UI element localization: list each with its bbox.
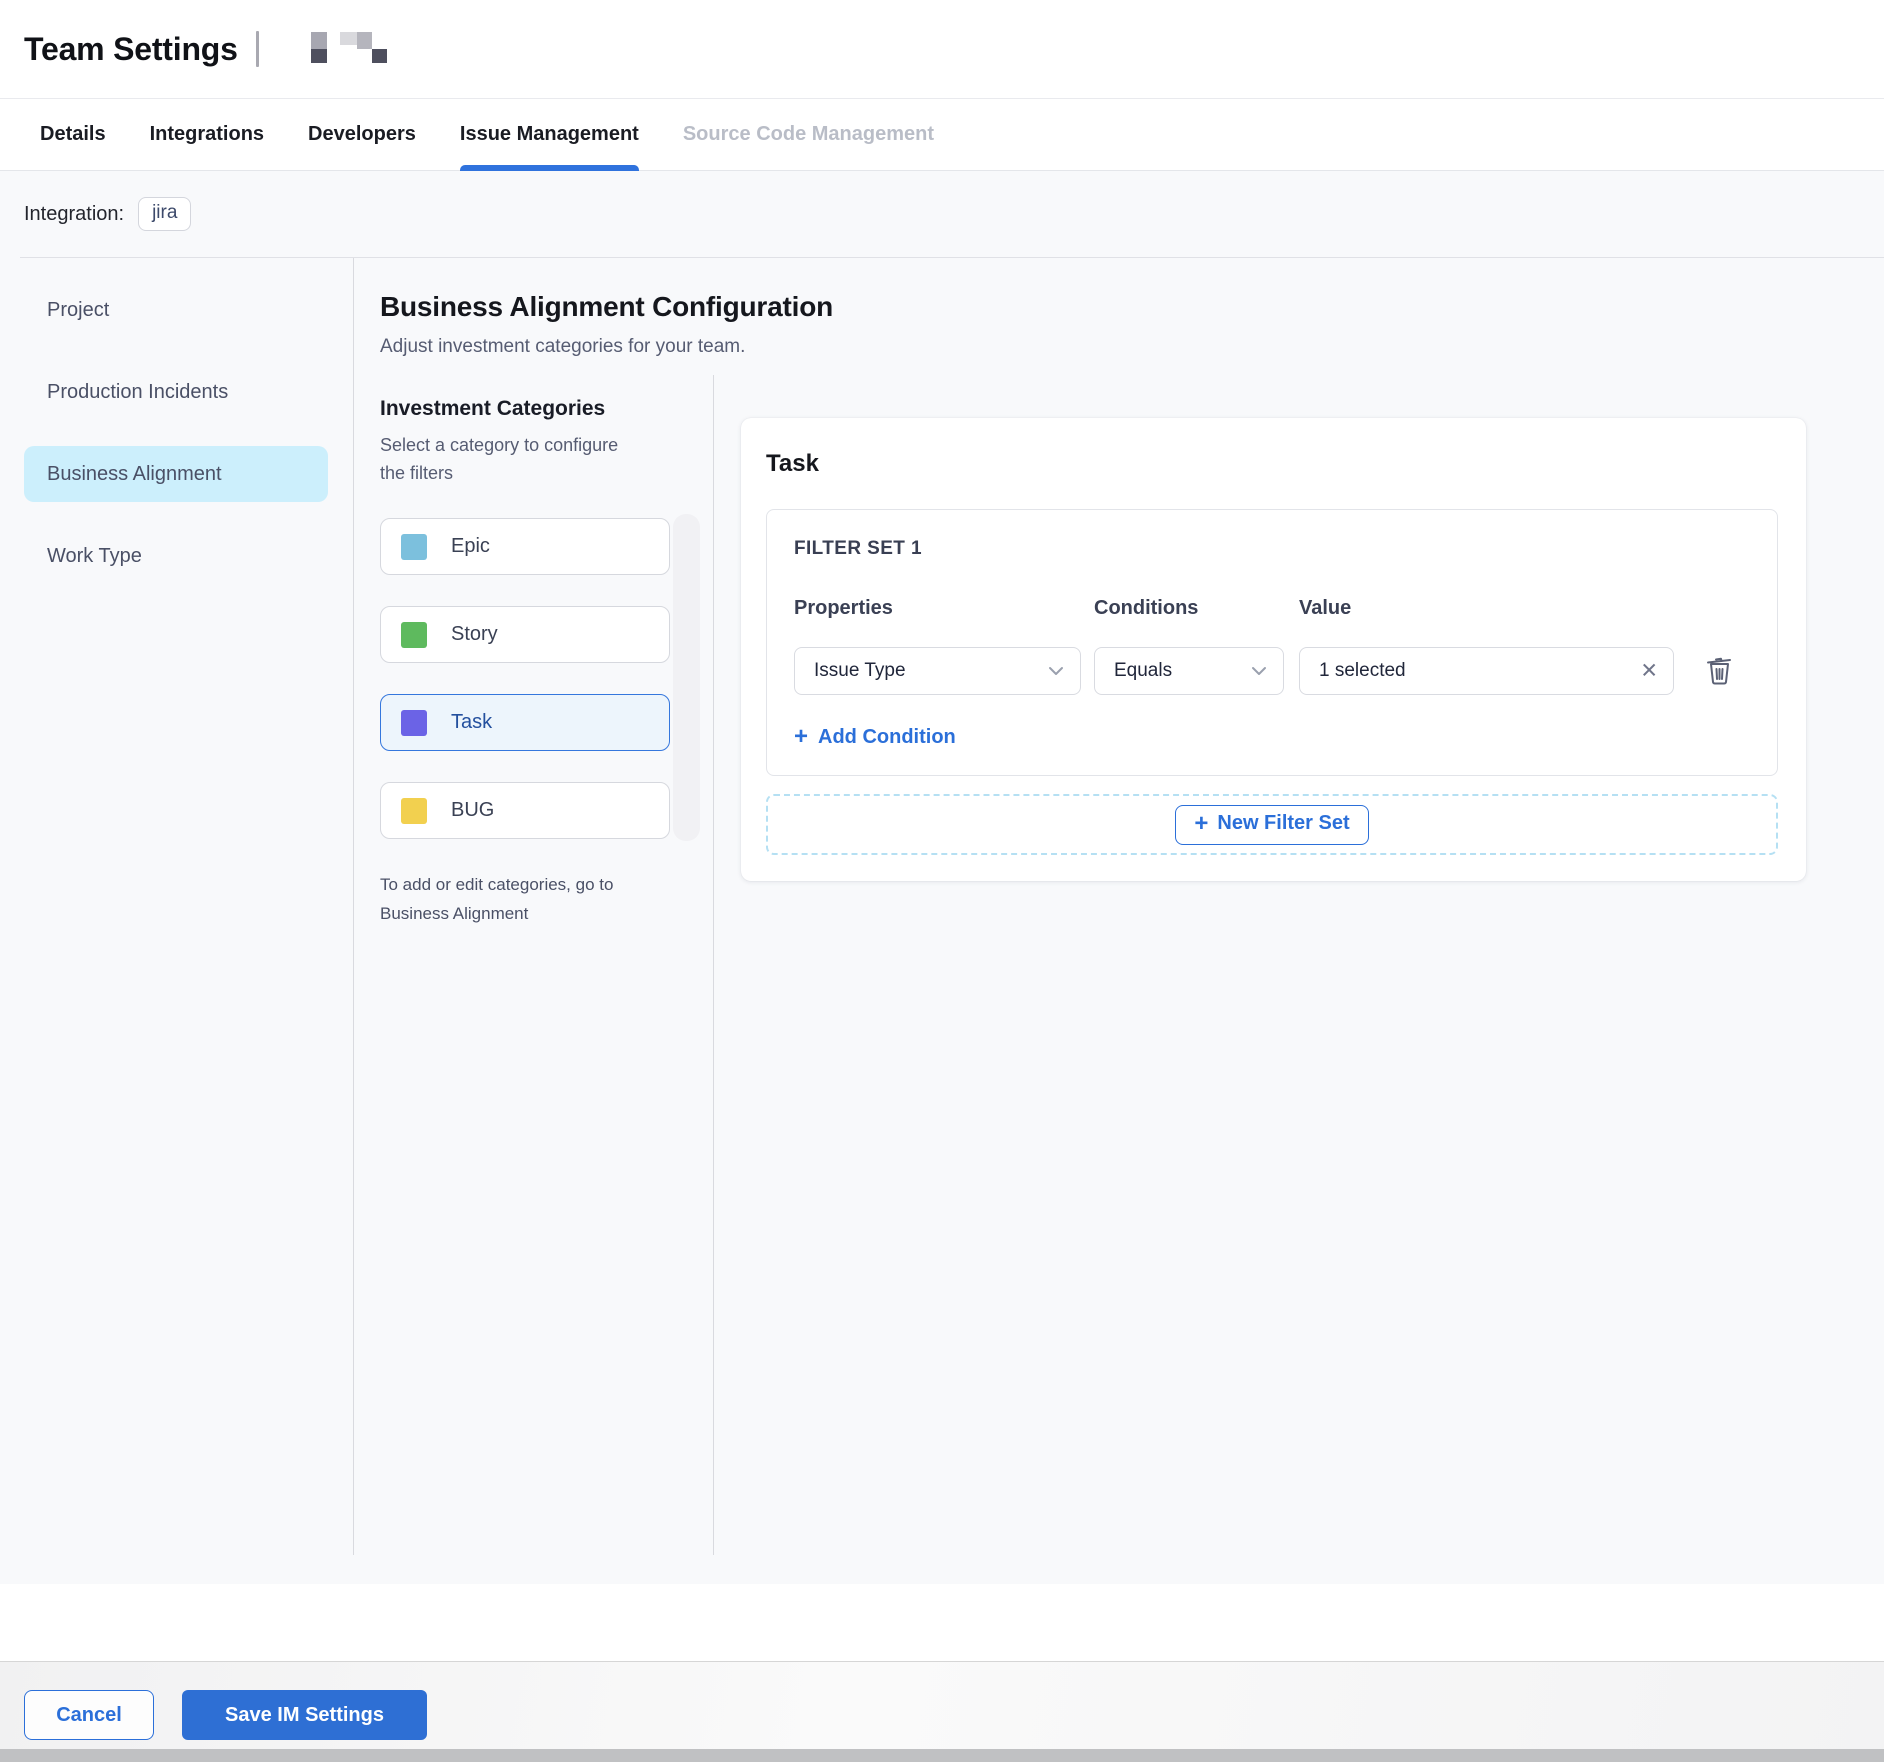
integration-row: Integration: jira xyxy=(0,171,1884,257)
section-title: Business Alignment Configuration xyxy=(380,291,1884,323)
nav-item-business-alignment[interactable]: Business Alignment xyxy=(24,446,328,502)
nav-item-production-incidents[interactable]: Production Incidents xyxy=(24,364,328,420)
value-header: Value xyxy=(1299,597,1674,620)
action-footer: Cancel Save IM Settings xyxy=(0,1661,1884,1749)
properties-header: Properties xyxy=(794,597,1094,620)
tab-developers[interactable]: Developers xyxy=(308,99,416,170)
clear-value-icon[interactable]: ✕ xyxy=(1640,661,1658,682)
condition-select[interactable]: Equals xyxy=(1094,647,1284,695)
epic-color-swatch xyxy=(401,534,427,560)
property-select-value: Issue Type xyxy=(814,660,906,682)
new-filter-set-dropzone: + New Filter Set xyxy=(766,794,1778,855)
main-area: Business Alignment Configuration Adjust … xyxy=(354,258,1884,1584)
chevron-down-icon xyxy=(1251,660,1267,682)
investment-categories-panel: Investment Categories Select a category … xyxy=(354,375,714,1555)
team-settings-page: Team Settings Details Integrations Devel… xyxy=(0,0,1884,1762)
category-card-bug[interactable]: BUG xyxy=(380,782,670,839)
condition-select-value: Equals xyxy=(1114,660,1172,682)
footer-spacer xyxy=(0,1584,1884,1661)
filter-card: Task FILTER SET 1 Properties Conditions … xyxy=(741,418,1806,881)
add-condition-label: Add Condition xyxy=(818,726,956,749)
nav-item-work-type[interactable]: Work Type xyxy=(24,528,328,584)
tab-bar: Details Integrations Developers Issue Ma… xyxy=(0,99,1884,171)
chevron-down-icon xyxy=(1048,660,1064,682)
trash-icon xyxy=(1706,655,1733,688)
integration-badge: jira xyxy=(138,197,191,231)
tab-details[interactable]: Details xyxy=(40,99,106,170)
filter-set: FILTER SET 1 Properties Conditions Value… xyxy=(766,509,1778,776)
categories-hint: Select a category to configure the filte… xyxy=(380,431,638,487)
categories-note: To add or edit categories, go to Busines… xyxy=(380,870,642,928)
page-header: Team Settings xyxy=(0,0,1884,99)
filter-column-headers: Properties Conditions Value xyxy=(794,597,1750,620)
redacted-team-name xyxy=(311,32,401,66)
section-header: Business Alignment Configuration Adjust … xyxy=(354,258,1884,358)
tab-issue-management[interactable]: Issue Management xyxy=(460,99,639,170)
category-list: Epic Story Task xyxy=(380,518,713,839)
tab-source-code-management[interactable]: Source Code Management xyxy=(683,99,934,170)
category-label: BUG xyxy=(451,799,494,822)
content-area: Integration: jira Project Production Inc… xyxy=(0,171,1884,1584)
new-filter-set-button[interactable]: + New Filter Set xyxy=(1175,805,1368,845)
conditions-header: Conditions xyxy=(1094,597,1299,620)
value-selected-count: 1 selected xyxy=(1319,660,1406,682)
delete-condition-button[interactable] xyxy=(1706,655,1733,688)
add-condition-link[interactable]: + Add Condition xyxy=(794,725,956,749)
filter-set-title: FILTER SET 1 xyxy=(794,538,1750,560)
task-color-swatch xyxy=(401,710,427,736)
bug-color-swatch xyxy=(401,798,427,824)
bottom-window-strip xyxy=(0,1749,1884,1762)
page-title: Team Settings xyxy=(24,31,238,68)
category-list-scrollbar[interactable] xyxy=(673,514,700,841)
filter-condition-row: Issue Type Equals xyxy=(794,647,1750,695)
category-label: Epic xyxy=(451,535,490,558)
nav-item-project[interactable]: Project xyxy=(24,282,328,338)
category-card-epic[interactable]: Epic xyxy=(380,518,670,575)
filter-configuration-area: Task FILTER SET 1 Properties Conditions … xyxy=(714,375,1884,1584)
title-separator xyxy=(256,31,259,67)
settings-nav: Project Production Incidents Business Al… xyxy=(0,258,354,1555)
categories-heading: Investment Categories xyxy=(380,397,713,421)
cancel-button[interactable]: Cancel xyxy=(24,1690,154,1740)
plus-icon: + xyxy=(1194,812,1208,836)
section-subtitle: Adjust investment categories for your te… xyxy=(380,336,1884,358)
category-card-task[interactable]: Task xyxy=(380,694,670,751)
category-label: Story xyxy=(451,623,498,646)
category-card-story[interactable]: Story xyxy=(380,606,670,663)
property-select[interactable]: Issue Type xyxy=(794,647,1081,695)
save-im-settings-button[interactable]: Save IM Settings xyxy=(182,1690,427,1740)
filter-card-title: Task xyxy=(766,450,1778,478)
story-color-swatch xyxy=(401,622,427,648)
value-multiselect[interactable]: 1 selected ✕ xyxy=(1299,647,1674,695)
category-label: Task xyxy=(451,711,492,734)
new-filter-set-label: New Filter Set xyxy=(1217,812,1349,835)
plus-icon: + xyxy=(794,725,808,749)
tab-integrations[interactable]: Integrations xyxy=(150,99,264,170)
integration-label: Integration: xyxy=(24,203,124,226)
